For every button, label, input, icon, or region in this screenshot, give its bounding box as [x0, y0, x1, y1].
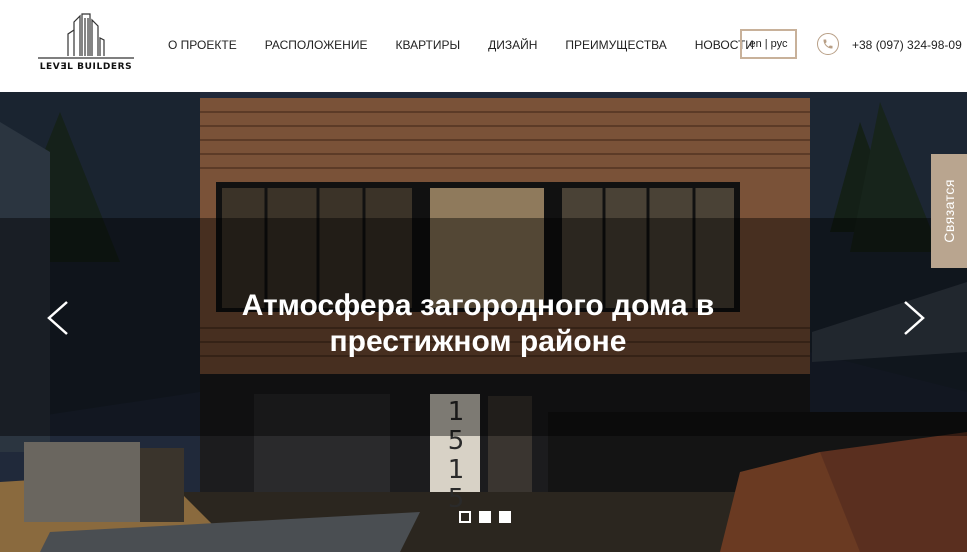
nav-item-design[interactable]: Дизайн — [488, 37, 537, 53]
hero-headline-line1: Атмосфера загородного дома в — [241, 289, 715, 322]
slider-dot-1[interactable] — [459, 511, 471, 523]
logo-text: LEVƎL BUILDERS — [39, 62, 133, 72]
language-switch[interactable]: en | рус — [740, 29, 797, 59]
hero-headline: Атмосфера загородного дома в престижном … — [200, 288, 756, 360]
logo[interactable]: LEVƎL BUILDERS — [38, 12, 134, 76]
nav-item-apartments[interactable]: Квартиры — [395, 37, 460, 53]
main-nav: О проекте Расположение Квартиры Дизайн П… — [168, 37, 754, 53]
slider-dot-3[interactable] — [499, 511, 511, 523]
hero-headline-line2: престижном районе — [329, 325, 627, 358]
phone-number[interactable]: +38 (097) 324-98-09 — [852, 37, 962, 53]
slider-dot-2[interactable] — [479, 511, 491, 523]
house-number-digit: 1 — [447, 455, 465, 485]
contact-tab-label: Связатся — [941, 179, 957, 243]
phone-icon[interactable] — [817, 33, 839, 55]
nav-item-advantages[interactable]: Преимущества — [565, 37, 666, 53]
site-header: LEVƎL BUILDERS О проекте Расположение Кв… — [0, 0, 967, 92]
slider-pagination — [459, 511, 511, 523]
arrow-right-icon[interactable] — [901, 300, 927, 336]
nav-item-about[interactable]: О проекте — [168, 37, 237, 53]
contact-tab-button[interactable]: Связатся — [931, 154, 967, 268]
hero-slider: 1 5 1 5 Атмосфера загородного дома в пре… — [0, 92, 967, 552]
arrow-left-icon[interactable] — [45, 300, 71, 336]
house-number-digit: 5 — [447, 484, 465, 514]
nav-item-location[interactable]: Расположение — [265, 37, 368, 53]
logo-building-icon — [38, 13, 134, 59]
